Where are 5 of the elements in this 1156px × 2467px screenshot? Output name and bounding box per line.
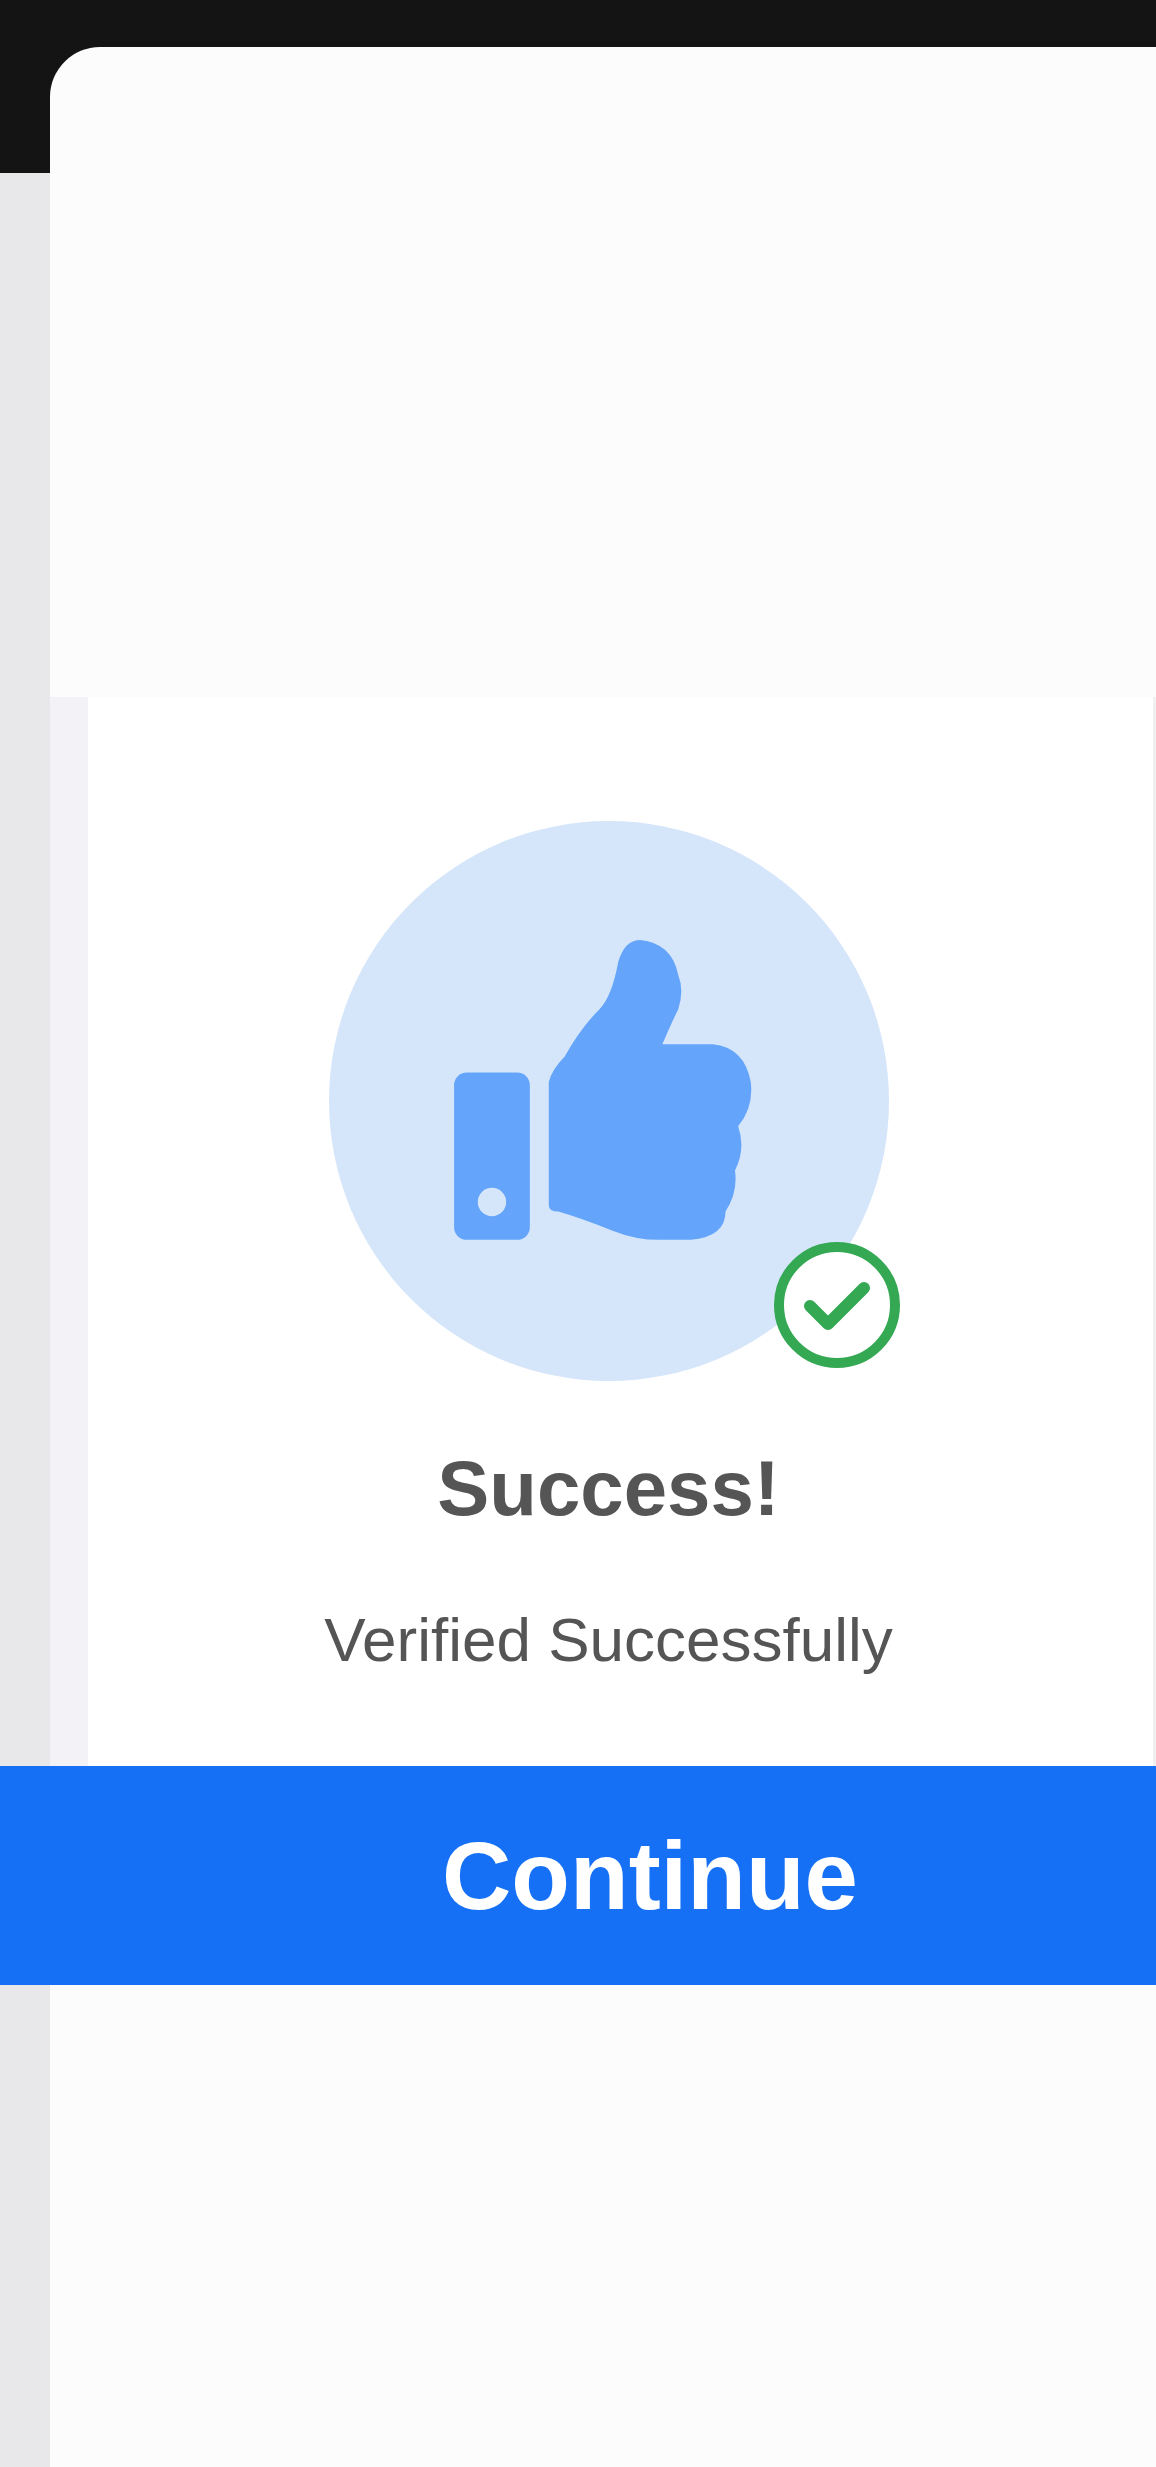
thumbs-up-icon — [453, 939, 754, 1243]
success-title: Success! — [437, 1443, 780, 1534]
success-message: Verified Successfully — [324, 1604, 893, 1675]
check-icon — [771, 1240, 902, 1370]
continue-button[interactable]: Continue — [0, 1766, 1156, 1985]
